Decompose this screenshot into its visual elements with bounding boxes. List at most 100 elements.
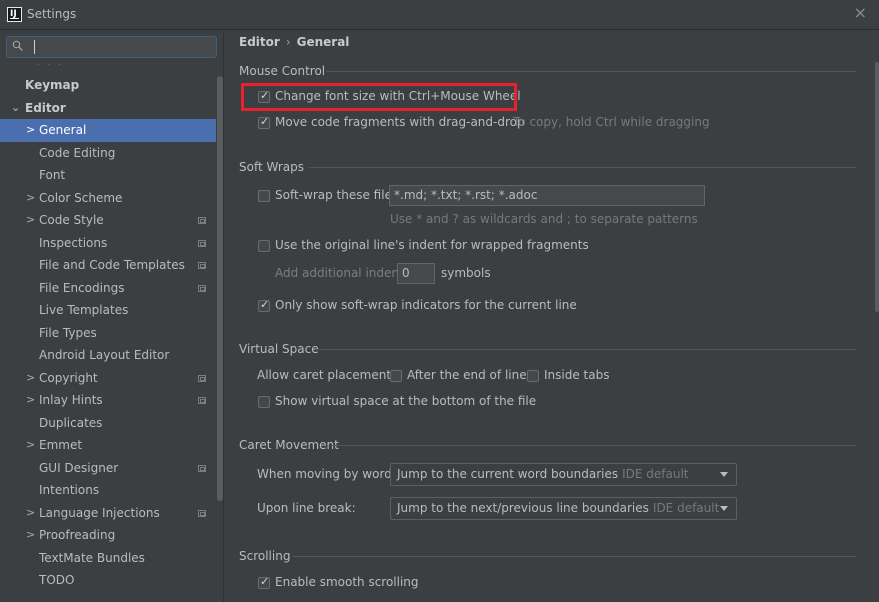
only-current-line-label[interactable]: Only show soft-wrap indicators for the c… — [275, 298, 577, 312]
chevron-right-icon[interactable]: > — [26, 209, 35, 232]
move-fragments-checkbox[interactable] — [258, 115, 270, 129]
breadcrumb-separator: › — [285, 35, 291, 49]
section-divider — [293, 556, 856, 557]
chevron-right-icon[interactable]: > — [26, 367, 35, 390]
after-end-of-line-checkbox[interactable] — [390, 370, 402, 382]
original-indent-label[interactable]: Use the original line's indent for wrapp… — [275, 238, 589, 252]
intellij-app-icon: IJ — [7, 7, 22, 22]
sidebar-item-keymap[interactable]: Keymap — [0, 74, 216, 97]
inside-tabs-label[interactable]: Inside tabs — [544, 368, 609, 382]
chevron-down-icon[interactable]: ⌄ — [11, 97, 20, 120]
smooth-scrolling-label[interactable]: Enable smooth scrolling — [275, 575, 419, 589]
patterns-hint: Use * and ? as wildcards and ; to separa… — [390, 212, 698, 226]
close-icon[interactable]: × — [854, 5, 867, 21]
sidebar-item-color-scheme[interactable]: > Color Scheme — [0, 187, 216, 210]
sidebar-item-code-style[interactable]: > Code Style — [0, 209, 216, 232]
show-virtual-space-label[interactable]: Show virtual space at the bottom of the … — [275, 394, 536, 408]
sidebar-item-todo[interactable]: TODO — [0, 569, 216, 592]
sidebar-item-file-and-code-templates[interactable]: File and Code Templates — [0, 254, 216, 277]
sidebar-item-inspections[interactable]: Inspections — [0, 232, 216, 255]
inside-tabs-checkbox[interactable] — [527, 370, 539, 382]
section-title-mouse-control: Mouse Control — [239, 64, 326, 78]
sidebar-item-intentions[interactable]: Intentions — [0, 479, 216, 502]
chevron-right-icon[interactable]: > — [26, 389, 35, 412]
after-end-of-line-label[interactable]: After the end of line — [407, 368, 527, 382]
project-scope-icon — [198, 239, 206, 247]
title-bar: IJ Settings × — [0, 0, 879, 30]
caret-placement-label: Allow caret placement: — [257, 368, 396, 382]
sidebar-item-label: Editor — [25, 100, 66, 115]
sidebar-item-label: Font — [39, 168, 66, 182]
search-input[interactable] — [6, 36, 217, 58]
project-scope-icon — [198, 262, 206, 269]
sidebar-item-live-templates[interactable]: Live Templates — [0, 299, 216, 322]
sidebar-item-textmate-bundles[interactable]: TextMate Bundles — [0, 547, 216, 570]
sidebar-item-label: File Types — [39, 325, 97, 340]
sidebar-item-label: Proofreading — [39, 528, 116, 542]
sidebar-item-label: Language Injections — [39, 505, 160, 520]
chevron-down-icon — [720, 472, 728, 477]
line-break-label: Upon line break: — [257, 501, 356, 515]
sidebar-item-font[interactable]: Font — [0, 164, 216, 187]
sidebar-item-label: TextMate Bundles — [39, 550, 145, 565]
sidebar-item-label: Inlay Hints — [39, 393, 103, 407]
moving-by-words-label: When moving by words: — [257, 467, 403, 481]
chevron-right-icon[interactable]: > — [26, 119, 35, 142]
sidebar-scrollbar[interactable] — [217, 76, 223, 501]
move-fragments-hint: To copy, hold Ctrl while dragging — [513, 115, 710, 129]
scroll-overflow-indicator: · · · — [37, 60, 63, 71]
sidebar-item-copyright[interactable]: > Copyright — [0, 367, 216, 390]
sidebar-item-language-injections[interactable]: > Language Injections — [0, 502, 216, 525]
chevron-right-icon[interactable]: > — [26, 434, 35, 457]
sidebar-item-file-encodings[interactable]: File Encodings — [0, 277, 216, 300]
moving-by-words-default: IDE default — [622, 467, 689, 481]
content-scrollbar[interactable] — [875, 62, 879, 312]
soft-wrap-files-label[interactable]: Soft-wrap these files: — [275, 188, 402, 202]
chevron-down-icon — [720, 506, 728, 511]
soft-wrap-patterns-field[interactable]: *.md; *.txt; *.rst; *.adoc — [389, 185, 705, 206]
only-current-line-checkbox[interactable] — [258, 298, 270, 312]
soft-wrap-files-checkbox[interactable] — [258, 190, 270, 202]
original-indent-checkbox[interactable] — [258, 240, 270, 252]
project-scope-icon — [198, 397, 206, 404]
moving-by-words-value: Jump to the current word boundaries — [397, 467, 619, 481]
additional-indent-field[interactable]: 0 — [397, 263, 435, 284]
move-fragments-label[interactable]: Move code fragments with drag-and-drop — [275, 115, 525, 129]
chevron-right-icon[interactable]: > — [26, 502, 35, 525]
sidebar-item-label: Code Editing — [39, 145, 116, 160]
smooth-scrolling-checkbox[interactable] — [258, 575, 270, 589]
sidebar-item-label: Code Style — [39, 213, 104, 227]
project-scope-icon — [198, 464, 206, 472]
sidebar-item-editor[interactable]: ⌄ Editor — [0, 97, 216, 120]
sidebar-item-label: Live Templates — [39, 303, 129, 317]
sidebar-item-inlay-hints[interactable]: > Inlay Hints — [0, 389, 216, 412]
sidebar-item-duplicates[interactable]: Duplicates — [0, 412, 216, 435]
highlight-annotation-box — [241, 83, 517, 111]
chevron-right-icon[interactable]: > — [26, 187, 35, 210]
sidebar-item-label: File Encodings — [39, 280, 125, 295]
section-title-virtual-space: Virtual Space — [239, 342, 319, 356]
sidebar-item-label: Copyright — [39, 370, 98, 385]
sidebar-item-general[interactable]: > General — [0, 119, 216, 142]
settings-content: Editor›General Mouse Control Change font… — [225, 31, 879, 602]
line-break-select[interactable]: Jump to the next/previous line boundarie… — [390, 497, 737, 520]
text-cursor — [34, 40, 35, 54]
sidebar-item-gui-designer[interactable]: GUI Designer — [0, 457, 216, 480]
sidebar-item-code-editing[interactable]: Code Editing — [0, 142, 216, 165]
sidebar-item-label: Duplicates — [39, 415, 103, 430]
section-divider — [309, 167, 856, 168]
section-title-scrolling: Scrolling — [239, 549, 291, 563]
breadcrumb-current: General — [296, 35, 350, 49]
sidebar-item-label: General — [39, 123, 87, 137]
moving-by-words-select[interactable]: Jump to the current word boundaries IDE d… — [390, 463, 737, 486]
breadcrumb-parent[interactable]: Editor — [239, 35, 280, 49]
sidebar-item-android-layout-editor[interactable]: Android Layout Editor — [0, 344, 216, 367]
section-title-caret-movement: Caret Movement — [239, 438, 339, 452]
sidebar-item-proofreading[interactable]: > Proofreading — [0, 524, 216, 547]
sidebar-item-file-types[interactable]: File Types — [0, 322, 216, 345]
line-break-default: IDE default — [652, 501, 720, 515]
additional-indent-label: Add additional indent: — [275, 266, 408, 280]
show-virtual-space-checkbox[interactable] — [258, 396, 270, 408]
sidebar-item-emmet[interactable]: > Emmet — [0, 434, 216, 457]
chevron-right-icon[interactable]: > — [26, 524, 35, 547]
